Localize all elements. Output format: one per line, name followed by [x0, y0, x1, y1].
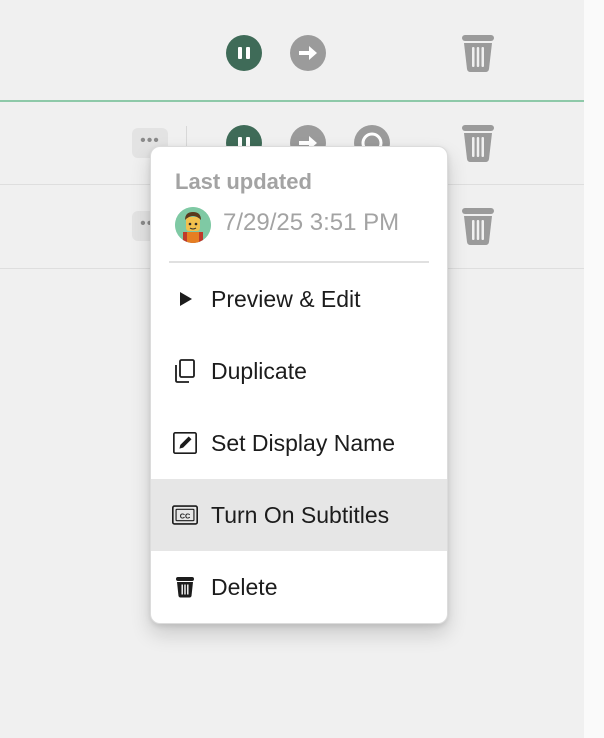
context-menu: Last updated 7/29/25 3:51 PM Preview & E… — [150, 146, 448, 624]
delete-button[interactable] — [460, 206, 496, 246]
trash-icon — [462, 35, 494, 72]
menu-item-label: Delete — [211, 573, 278, 600]
play-icon — [172, 286, 198, 312]
open-arrow-button[interactable] — [290, 35, 326, 71]
user-avatar-icon — [175, 207, 211, 243]
svg-text:CC: CC — [180, 511, 191, 520]
menu-item-duplicate[interactable]: Duplicate — [151, 335, 447, 407]
menu-item-label: Set Display Name — [211, 429, 396, 456]
duplicate-icon — [172, 358, 198, 384]
menu-item-delete[interactable]: Delete — [151, 551, 447, 623]
trash-icon — [462, 208, 494, 245]
trash-icon — [172, 574, 198, 600]
table-row — [0, 0, 584, 102]
last-updated-date: 7/29/25 3:51 PM — [223, 209, 400, 236]
delete-button[interactable] — [460, 33, 496, 73]
arrow-right-icon — [299, 46, 317, 60]
menu-item-label: Preview & Edit — [211, 285, 361, 312]
menu-item-preview-edit[interactable]: Preview & Edit — [151, 263, 447, 335]
menu-item-turn-on-subtitles[interactable]: CC Turn On Subtitles — [151, 479, 447, 551]
pause-button[interactable] — [226, 35, 262, 71]
avatar — [175, 207, 211, 243]
cc-icon: CC — [172, 502, 198, 528]
pencil-square-icon — [172, 430, 198, 456]
trash-icon — [462, 125, 494, 162]
menu-item-set-display-name[interactable]: Set Display Name — [151, 407, 447, 479]
menu-item-label: Duplicate — [211, 357, 307, 384]
menu-item-label: Turn On Subtitles — [211, 501, 390, 528]
last-updated-section: Last updated 7/29/25 3:51 PM — [151, 147, 447, 263]
scrollbar-track[interactable] — [584, 0, 604, 738]
delete-button[interactable] — [460, 123, 496, 163]
pause-icon — [238, 47, 242, 59]
last-updated-label: Last updated — [175, 169, 312, 194]
